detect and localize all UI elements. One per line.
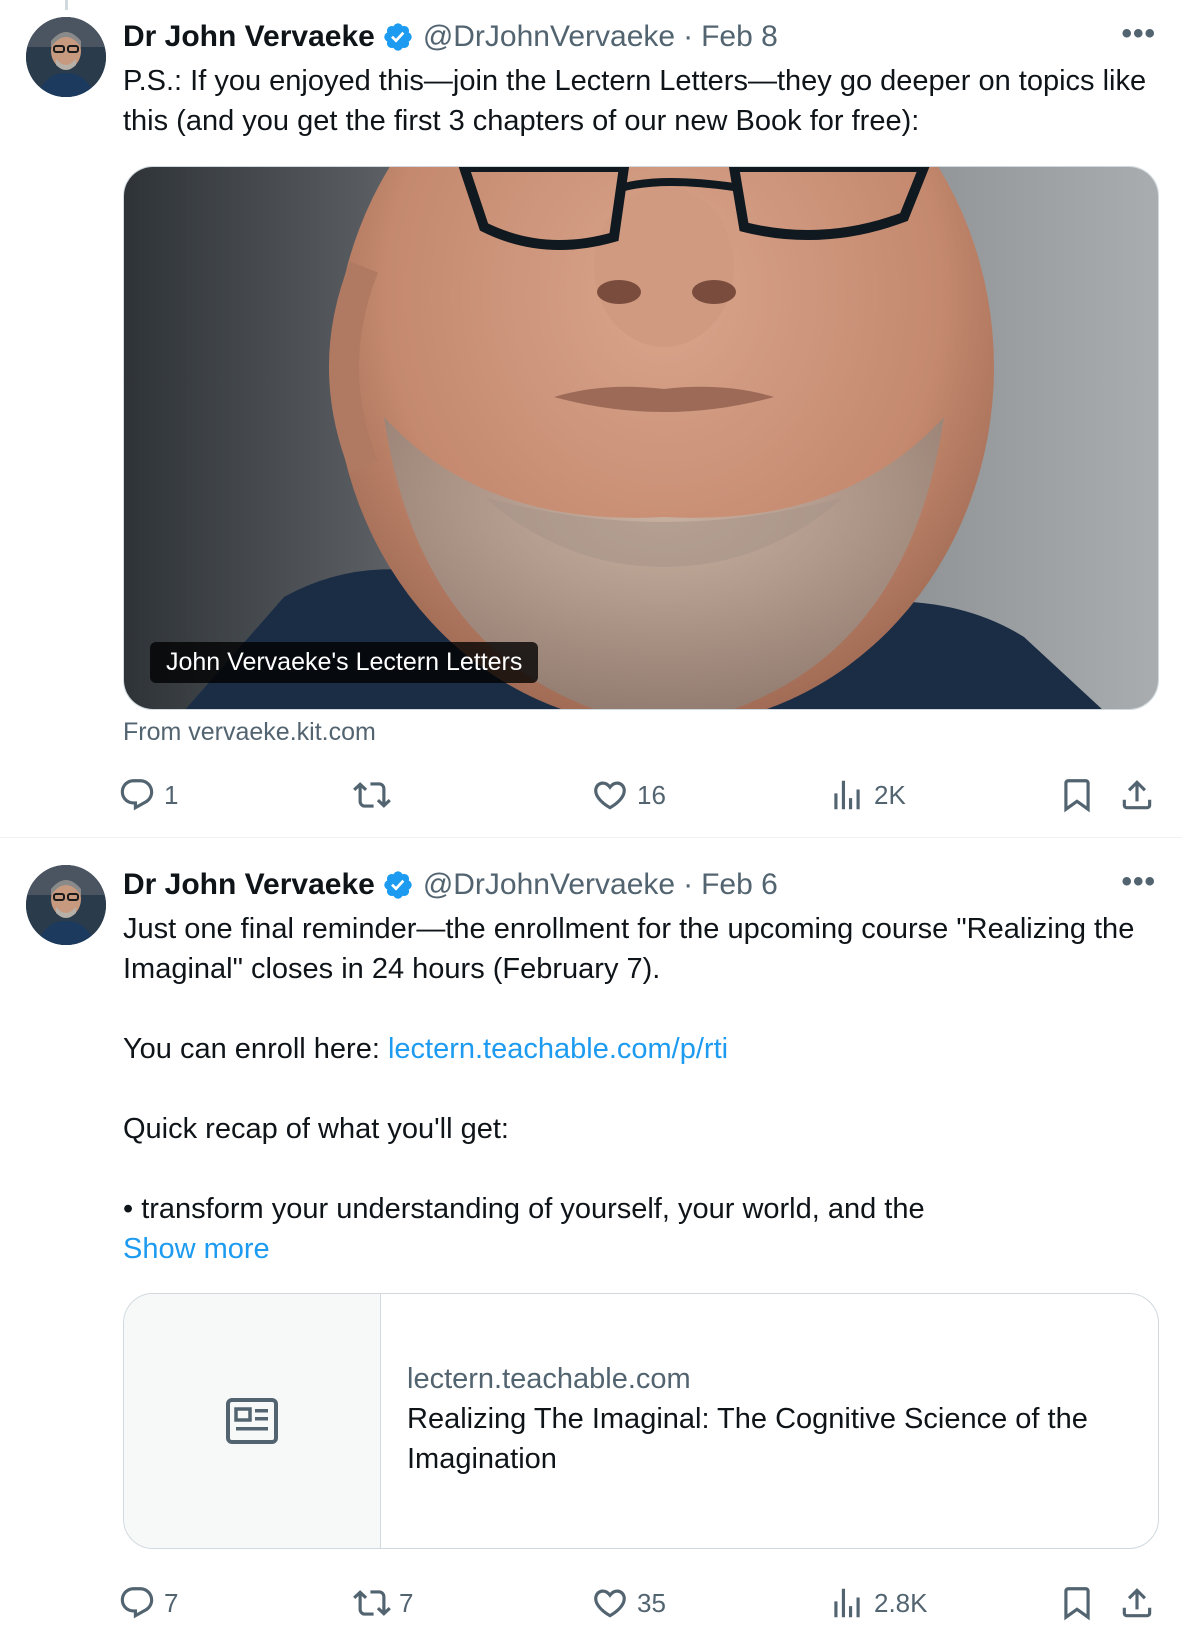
tweet-paragraph: You can enroll here: lectern.teachable.c… [123,1029,1163,1069]
like-button[interactable]: 35 [591,1578,666,1628]
card-domain: lectern.teachable.com [407,1363,691,1395]
retweet-button[interactable]: 7 [353,1578,413,1628]
like-count: 16 [637,779,666,810]
retweet-count: 7 [399,1587,414,1618]
more-horizontal-icon[interactable]: ••• [1121,17,1156,51]
views-button[interactable]: 2.8K [828,1578,928,1628]
retweet-icon [353,782,391,808]
tweet-text: P.S.: If you enjoyed this—join the Lecte… [123,61,1163,141]
tweet-paragraph: • transform your understanding of yourse… [123,1193,925,1225]
tweet[interactable]: Dr John Vervaeke @DrJohnVervaeke · Feb 6… [0,838,1182,1633]
share-upload-icon [1122,1588,1152,1618]
avatar-image [26,865,106,945]
link-preview-card[interactable]: lectern.teachable.com Realizing The Imag… [123,1293,1159,1549]
retweet-icon [353,1590,391,1616]
tweet-header: Dr John Vervaeke @DrJohnVervaeke · Feb 8… [123,17,1156,57]
show-more-link[interactable]: Show more [123,1229,1163,1269]
reply-icon [120,1587,154,1619]
tweet-header: Dr John Vervaeke @DrJohnVervaeke · Feb 6… [123,865,1156,905]
share-upload-icon [1122,780,1152,810]
tweet-paragraph: Quick recap of what you'll get: [123,1113,509,1145]
author-name[interactable]: Dr John Vervaeke [123,20,375,54]
enroll-prefix: You can enroll here: [123,1033,388,1065]
verified-badge-icon [384,871,412,899]
tweet-actions: 1 16 2K [118,770,1156,820]
like-button[interactable]: 16 [591,770,666,820]
card-title: Realizing The Imaginal: The Cognitive Sc… [407,1403,1088,1475]
reply-icon [120,779,154,811]
media-caption: John Vervaeke's Lectern Letters [150,642,539,683]
tweet-actions: 7 7 35 2.8K [118,1578,1156,1628]
article-icon [226,1398,278,1444]
tweet-date[interactable]: Feb 6 [701,868,778,902]
bookmark-button[interactable] [1058,1578,1096,1628]
tweet-paragraph: Just one final reminder—the enrollment f… [123,913,1143,985]
separator-dot: · [683,20,694,53]
heart-icon [594,1589,626,1618]
card-thumbnail [124,1294,381,1548]
bookmark-icon [1064,1587,1090,1621]
retweet-button[interactable] [353,770,399,820]
tweet-date[interactable]: Feb 8 [701,20,778,54]
link-media-card[interactable]: John Vervaeke's Lectern Letters [123,166,1159,710]
views-chart-icon [834,1588,860,1618]
tweet[interactable]: Dr John Vervaeke @DrJohnVervaeke · Feb 8… [0,0,1182,838]
like-count: 35 [637,1587,666,1618]
share-button[interactable] [1118,770,1156,820]
reply-count: 1 [164,779,179,810]
tweet-text: Just one final reminder—the enrollment f… [123,909,1163,1269]
reply-button[interactable]: 1 [118,770,178,820]
reply-button[interactable]: 7 [118,1578,178,1628]
author-name[interactable]: Dr John Vervaeke [123,868,375,902]
more-horizontal-icon[interactable]: ••• [1121,865,1156,899]
views-count: 2K [874,779,906,810]
verified-badge-icon [384,23,412,51]
views-button[interactable]: 2K [828,770,906,820]
separator-dot: · [683,868,694,901]
media-source[interactable]: From vervaeke.kit.com [123,718,376,747]
views-count: 2.8K [874,1587,928,1618]
article-photo-image [124,167,1158,709]
views-chart-icon [834,780,860,810]
author-handle[interactable]: @DrJohnVervaeke [423,20,675,54]
bookmark-button[interactable] [1058,770,1096,820]
bookmark-icon [1064,779,1090,813]
avatar[interactable] [26,865,106,945]
tweet-paragraph: P.S.: If you enjoyed this—join the Lecte… [123,65,1155,137]
heart-icon [594,781,626,810]
enroll-link[interactable]: lectern.teachable.com/p/rti [388,1033,728,1065]
share-button[interactable] [1118,1578,1156,1628]
card-body: lectern.teachable.com Realizing The Imag… [381,1294,1158,1548]
avatar-image [26,17,106,97]
author-handle[interactable]: @DrJohnVervaeke [423,868,675,902]
reply-count: 7 [164,1587,179,1618]
avatar[interactable] [26,17,106,97]
